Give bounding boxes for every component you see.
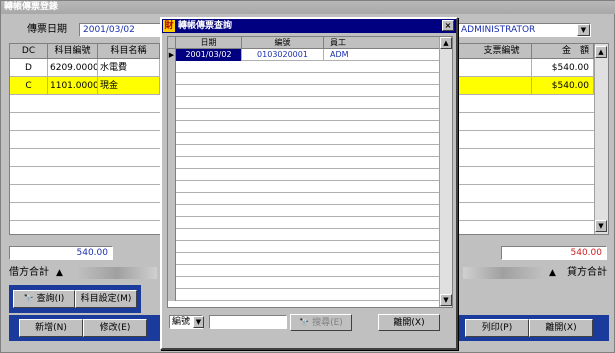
row-selector-header: [168, 37, 176, 49]
table-row[interactable]: [168, 253, 440, 265]
col-staff: 員工: [324, 37, 440, 49]
row-check: [472, 59, 532, 77]
print-button[interactable]: 列印(P): [465, 319, 529, 337]
table-row[interactable]: [168, 193, 440, 205]
col-number: 編號: [242, 37, 324, 49]
table-row[interactable]: [168, 181, 440, 193]
query-panel: 🔭 查詢(I) 科目設定(M): [9, 285, 141, 313]
table-row[interactable]: [168, 277, 440, 289]
table-row[interactable]: [168, 121, 440, 133]
table-row[interactable]: [168, 169, 440, 181]
row-pointer-icon: ▶: [168, 49, 176, 61]
date-label: 傳票日期: [27, 24, 67, 35]
row-name: 現金: [98, 77, 160, 95]
row-staff: ADM: [324, 49, 440, 61]
scroll-up-icon[interactable]: ▲: [440, 37, 452, 49]
col-dc: DC: [10, 44, 48, 59]
window-title: 轉帳傳票登錄: [1, 1, 615, 14]
scroll-up-icon[interactable]: ▲: [595, 46, 607, 58]
debit-progress: [77, 267, 157, 279]
row-code: 6209.00000: [48, 59, 98, 77]
dialog-title: 轉帳傳票查詢: [178, 21, 233, 31]
table-row[interactable]: [168, 85, 440, 97]
row-amount: $540.00: [532, 77, 594, 95]
user-dropdown-icon[interactable]: ▼: [577, 24, 590, 36]
row-dc: D: [10, 59, 48, 77]
col-name: 科目名稱: [98, 44, 160, 59]
dialog-title-bar[interactable]: 財 轉帳傳票查詢 ×: [162, 19, 456, 33]
debit-total: 540.00: [9, 246, 113, 260]
table-row[interactable]: [168, 205, 440, 217]
query-dialog: 財 轉帳傳票查詢 × 日期 編號 員工 ▶ 2001/03/02 0103020…: [160, 17, 458, 350]
table-row[interactable]: [168, 289, 440, 301]
user-value: ADMINISTRATOR: [461, 25, 536, 35]
row-date: 2001/03/02: [176, 49, 242, 61]
binoculars-icon: 🔭: [23, 294, 34, 303]
table-row[interactable]: [168, 133, 440, 145]
table-row[interactable]: [168, 241, 440, 253]
col-check: 支票編號: [472, 44, 532, 59]
close-icon[interactable]: ×: [442, 20, 454, 31]
table-row[interactable]: [168, 145, 440, 157]
credit-progress: [463, 267, 543, 279]
query-button[interactable]: 🔭 查詢(I): [13, 290, 75, 308]
table-row[interactable]: ▶ 2001/03/02 0103020001 ADM: [168, 49, 440, 61]
scroll-down-icon[interactable]: ▼: [595, 220, 607, 232]
chevron-down-icon[interactable]: ▼: [193, 316, 204, 328]
col-amount: 金 額: [532, 44, 594, 59]
binoculars-icon: 🔭: [299, 318, 310, 327]
table-row[interactable]: [168, 61, 440, 73]
app-icon: 財: [163, 20, 175, 32]
col-date: 日期: [176, 37, 242, 49]
table-row[interactable]: [168, 97, 440, 109]
col-code: 科目編號: [48, 44, 98, 59]
search-input[interactable]: [209, 315, 287, 329]
table-row[interactable]: [168, 229, 440, 241]
table-row[interactable]: [168, 157, 440, 169]
exit-button[interactable]: 離開(X): [529, 319, 593, 337]
grid-scrollbar[interactable]: ▲ ▼: [594, 44, 608, 234]
search-button[interactable]: 🔭 搜尋(E): [290, 314, 352, 331]
dialog-exit-button[interactable]: 離開(X): [378, 314, 440, 331]
row-code: 1101.00000: [48, 77, 98, 95]
result-grid-header: 日期 編號 員工: [168, 37, 440, 49]
credit-label: 貸方合計: [567, 267, 607, 278]
table-row[interactable]: [168, 109, 440, 121]
row-amount: $540.00: [532, 59, 594, 77]
debit-label: 借方合計: [9, 267, 49, 278]
account-settings-button[interactable]: 科目設定(M): [75, 290, 137, 308]
table-row[interactable]: [168, 73, 440, 85]
table-row[interactable]: [168, 217, 440, 229]
credit-total: 540.00: [501, 246, 607, 260]
row-check: [472, 77, 532, 95]
credit-arrow-icon: ▲: [549, 268, 556, 278]
edit-button[interactable]: 修改(E): [83, 319, 147, 337]
row-name: 水電費: [98, 59, 160, 77]
add-button[interactable]: 新增(N): [19, 319, 83, 337]
user-field[interactable]: ADMINISTRATOR: [457, 23, 591, 37]
row-number: 0103020001: [242, 49, 324, 61]
result-scrollbar[interactable]: ▲ ▼: [439, 37, 452, 307]
date-field[interactable]: 2001/03/02: [79, 23, 163, 37]
scroll-down-icon[interactable]: ▼: [440, 294, 452, 306]
row-dc: C: [10, 77, 48, 95]
debit-arrow-icon: ▲: [56, 268, 63, 278]
result-grid[interactable]: 日期 編號 員工 ▶ 2001/03/02 0103020001 ADM ▲ ▼: [167, 36, 453, 308]
table-row[interactable]: [168, 265, 440, 277]
